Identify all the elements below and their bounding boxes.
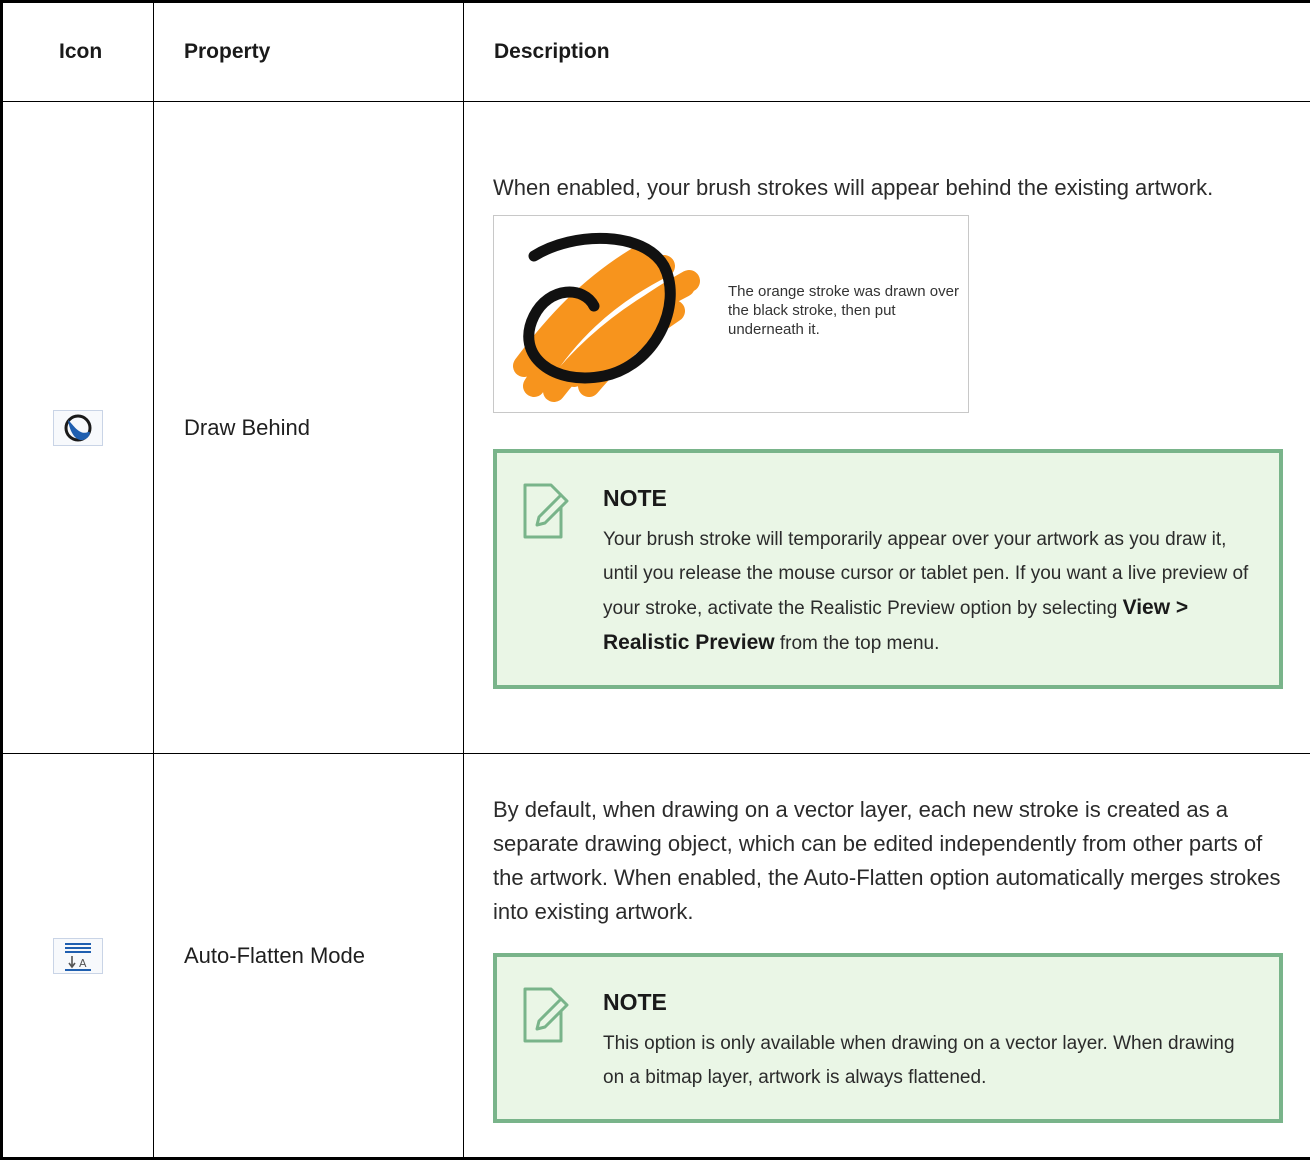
draw-behind-icon xyxy=(53,410,103,446)
description-cell: When enabled, your brush strokes will ap… xyxy=(464,102,1310,754)
property-name: Draw Behind xyxy=(154,102,464,754)
table-header-row: Icon Property Description xyxy=(2,2,1310,102)
note-title: NOTE xyxy=(603,483,1249,513)
svg-text:A: A xyxy=(79,957,87,970)
note-box: NOTE Your brush stroke will temporarily … xyxy=(493,449,1283,689)
icon-cell xyxy=(2,102,154,754)
description-text: By default, when drawing on a vector lay… xyxy=(493,793,1283,929)
description-cell: By default, when drawing on a vector lay… xyxy=(464,754,1310,1159)
note-text-part: from the top menu. xyxy=(775,633,940,654)
note-box: NOTE This option is only available when … xyxy=(493,953,1283,1123)
note-title: NOTE xyxy=(603,987,1249,1017)
draw-behind-illustration: The orange stroke was drawn over the bla… xyxy=(493,215,969,413)
property-name: Auto-Flatten Mode xyxy=(154,754,464,1159)
illustration-caption: The orange stroke was drawn over the bla… xyxy=(728,282,968,339)
note-pencil-icon xyxy=(521,985,569,1055)
header-property: Property xyxy=(154,2,464,102)
header-description: Description xyxy=(464,2,1310,102)
auto-flatten-icon: A xyxy=(53,938,103,974)
note-pencil-icon xyxy=(521,481,569,551)
note-text: Your brush stroke will temporarily appea… xyxy=(603,523,1249,661)
header-icon: Icon xyxy=(2,2,154,102)
icon-cell: A xyxy=(2,754,154,1159)
table-row: A Auto-Flatten Mode By default, when dra… xyxy=(2,754,1310,1159)
table-row: Draw Behind When enabled, your brush str… xyxy=(2,102,1310,754)
properties-table: Icon Property Description Draw Behind Wh… xyxy=(0,0,1310,1160)
description-text: When enabled, your brush strokes will ap… xyxy=(493,171,1283,205)
note-text: This option is only available when drawi… xyxy=(603,1027,1249,1095)
